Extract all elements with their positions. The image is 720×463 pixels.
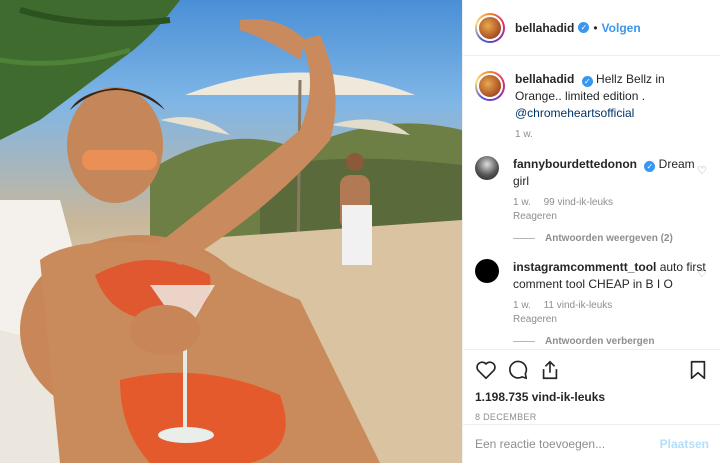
follow-button[interactable]: Volgen	[602, 21, 641, 35]
post-photo[interactable]	[0, 0, 462, 463]
like-count[interactable]: 1.198.735 vind-ik-leuks	[475, 390, 709, 404]
view-replies-button[interactable]: Antwoorden weergeven (2)	[513, 230, 709, 247]
post-date[interactable]: 8 DECEMBER	[475, 412, 709, 422]
comment-meta: 1 w. 99 vind-ik-leuks Reageren	[513, 196, 709, 224]
caption-meta: 1 w.	[515, 128, 709, 142]
comment-like-heart-icon[interactable]: ♡	[697, 164, 707, 177]
header-separator: •	[593, 20, 598, 35]
comment-like-heart-icon[interactable]: ♡	[697, 267, 707, 280]
author-username[interactable]: bellahadid	[515, 21, 574, 35]
comment-avatar[interactable]	[475, 156, 499, 180]
comment-icon[interactable]	[507, 359, 529, 381]
add-comment-bar: Plaatsen	[463, 424, 720, 463]
action-icons	[475, 358, 709, 382]
comment-age[interactable]: 1 w.	[513, 300, 531, 311]
instagram-post: bellahadid ✓ • Volgen bellahadid ✓ Hellz…	[0, 0, 720, 463]
comments-list[interactable]: bellahadid ✓ Hellz Bellz in Orange.. lim…	[463, 57, 720, 348]
post-header: bellahadid ✓ • Volgen	[463, 0, 720, 56]
caption: bellahadid ✓ Hellz Bellz in Orange.. lim…	[475, 71, 709, 142]
reply-button[interactable]: Reageren	[513, 211, 557, 222]
verified-badge-icon: ✓	[644, 161, 656, 172]
comment-likes[interactable]: 11 vind-ik-leuks	[544, 300, 613, 311]
heart-icon[interactable]	[475, 359, 497, 381]
comment-username[interactable]: fannybourdettedonon	[513, 157, 637, 171]
caption-username[interactable]: bellahadid	[515, 72, 574, 86]
author-avatar[interactable]	[475, 12, 505, 43]
replies-line	[513, 341, 535, 342]
hide-replies-button[interactable]: Antwoorden verbergen	[513, 333, 709, 348]
post-actions: 1.198.735 vind-ik-leuks 8 DECEMBER	[463, 349, 720, 422]
verified-badge-icon: ✓	[581, 76, 593, 87]
replies-line	[513, 238, 535, 239]
caption-mention-link[interactable]: @chromeheartsofficial	[515, 106, 634, 120]
comment-age[interactable]: 1 w.	[513, 197, 531, 208]
comment-item: instagramcommentt_tool auto first commen…	[475, 259, 709, 348]
caption-avatar[interactable]	[475, 71, 505, 101]
post-side-panel: bellahadid ✓ • Volgen bellahadid ✓ Hellz…	[462, 0, 720, 463]
reply-button[interactable]: Reageren	[513, 314, 557, 325]
comment-avatar[interactable]	[475, 259, 499, 283]
share-icon[interactable]	[539, 359, 561, 381]
comment-likes[interactable]: 99 vind-ik-leuks	[544, 197, 613, 208]
caption-age[interactable]: 1 w.	[515, 129, 533, 140]
bookmark-icon[interactable]	[687, 359, 709, 381]
comment-input[interactable]	[475, 437, 660, 451]
comment-meta: 1 w. 11 vind-ik-leuks Reageren	[513, 299, 709, 327]
comment-item: fannybourdettedonon ✓ Dream girl 1 w. 99…	[475, 156, 709, 247]
post-comment-button[interactable]: Plaatsen	[660, 437, 709, 451]
replies-toggle-label: Antwoorden weergeven (2)	[545, 233, 673, 244]
verified-badge-icon: ✓	[578, 22, 590, 33]
beach-photo-illustration	[0, 0, 462, 463]
comment-username[interactable]: instagramcommentt_tool	[513, 260, 656, 274]
replies-toggle-label: Antwoorden verbergen	[545, 336, 655, 347]
